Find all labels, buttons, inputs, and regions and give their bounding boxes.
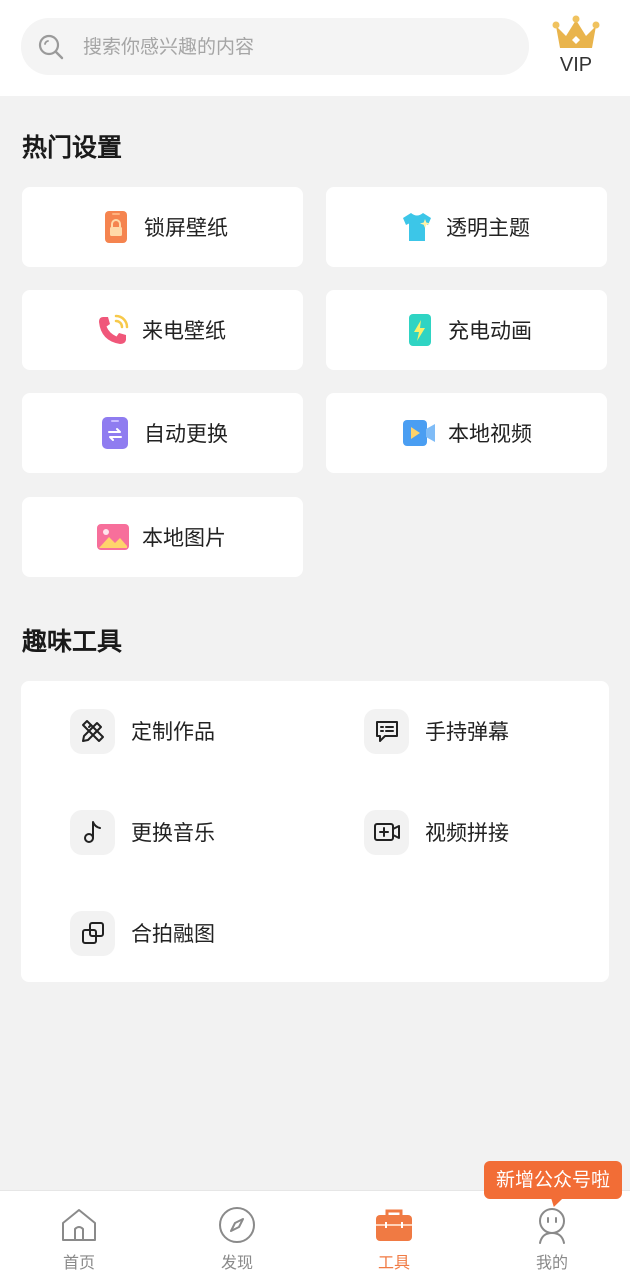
tab-label: 工具: [377, 1253, 410, 1272]
tab-label: 发现: [220, 1253, 253, 1272]
tshirt-icon: [400, 210, 434, 244]
search-placeholder: 搜索你感兴趣的内容: [83, 36, 255, 58]
phone-call-icon: [96, 313, 130, 347]
charging-battery-icon: [402, 313, 436, 347]
card-local-image[interactable]: 本地图片: [22, 497, 303, 577]
tool-label: 视频拼接: [425, 821, 509, 845]
top-bar: 搜索你感兴趣的内容 VIP: [0, 0, 630, 96]
vip-label: VIP: [559, 54, 593, 76]
card-auto-switch[interactable]: 自动更换: [22, 393, 303, 473]
pencil-ruler-icon: [70, 708, 115, 754]
crown-icon: [552, 15, 600, 48]
message-icon: [364, 708, 409, 754]
hot-settings-title: 热门设置: [22, 133, 123, 162]
tab-label: 我的: [535, 1253, 568, 1272]
card-lock-screen-wallpaper[interactable]: 锁屏壁纸: [22, 187, 303, 267]
card-charging-animation[interactable]: 充电动画: [326, 290, 607, 370]
tool-label: 更换音乐: [131, 821, 215, 845]
tab-home[interactable]: 首页: [0, 1191, 158, 1280]
tool-change-music[interactable]: 更换音乐: [70, 809, 215, 855]
vip-button[interactable]: VIP: [548, 14, 604, 80]
tool-video-splice[interactable]: 视频拼接: [364, 809, 509, 855]
profile-icon: [532, 1205, 572, 1245]
card-label: 锁屏壁纸: [144, 216, 228, 240]
card-transparent-theme[interactable]: 透明主题: [326, 187, 607, 267]
home-icon: [59, 1205, 99, 1245]
bottom-tab-bar: 首页 发现 工具 我的: [0, 1190, 630, 1280]
tooltip-text: 新增公众号啦: [495, 1169, 610, 1191]
fun-tools-title: 趣味工具: [22, 627, 123, 656]
toolbox-icon: [374, 1205, 414, 1245]
lock-phone-icon: [98, 210, 132, 244]
video-icon: [402, 416, 436, 450]
tool-co-shoot-blend[interactable]: 合拍融图: [70, 910, 215, 956]
card-label: 本地视频: [448, 422, 532, 446]
search-icon: [37, 33, 65, 61]
card-local-video[interactable]: 本地视频: [326, 393, 607, 473]
card-label: 充电动画: [448, 319, 532, 343]
search-bar[interactable]: 搜索你感兴趣的内容: [21, 18, 529, 75]
card-label: 自动更换: [144, 422, 228, 446]
tab-label: 首页: [62, 1253, 95, 1272]
tab-discover[interactable]: 发现: [158, 1191, 316, 1280]
tool-label: 合拍融图: [131, 922, 215, 946]
fun-tools-panel: 定制作品 手持弹幕 更换音乐 视频拼接 合拍融图: [21, 681, 609, 982]
card-incoming-call-wallpaper[interactable]: 来电壁纸: [22, 290, 303, 370]
image-icon: [96, 520, 130, 554]
card-label: 透明主题: [446, 216, 530, 240]
new-official-account-tooltip[interactable]: 新增公众号啦: [484, 1161, 622, 1207]
tool-custom-works[interactable]: 定制作品: [70, 708, 215, 754]
card-label: 本地图片: [142, 526, 226, 550]
card-label: 来电壁纸: [142, 319, 226, 343]
video-add-icon: [364, 809, 409, 855]
tool-label: 手持弹幕: [425, 720, 509, 744]
layers-icon: [70, 910, 115, 956]
tool-label: 定制作品: [131, 720, 215, 744]
tool-handheld-danmaku[interactable]: 手持弹幕: [364, 708, 509, 754]
tab-tools[interactable]: 工具: [315, 1191, 473, 1280]
compass-icon: [217, 1205, 257, 1245]
auto-switch-icon: [98, 416, 132, 450]
music-note-icon: [70, 809, 115, 855]
